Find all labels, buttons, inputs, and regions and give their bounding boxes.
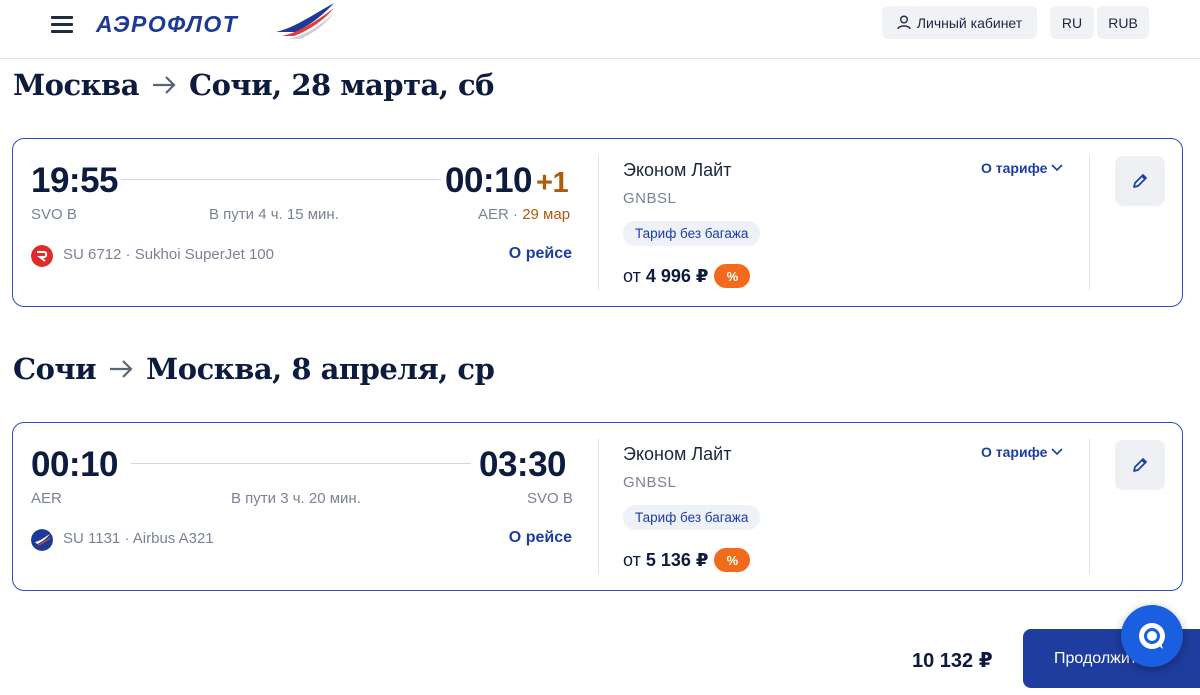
discount-badge[interactable]: % xyxy=(714,548,751,572)
menu-burger-icon[interactable] xyxy=(51,13,75,33)
price-prefix: от xyxy=(623,265,641,286)
arrow-right-icon xyxy=(151,74,177,96)
divider xyxy=(1089,155,1090,290)
divider xyxy=(598,439,599,574)
segment-1-title: Москва Сочи, 28 марта, сб xyxy=(13,68,495,102)
chevron-down-icon xyxy=(1051,164,1064,172)
edit-button[interactable] xyxy=(1115,156,1165,206)
arrive-airport-wrap: AER · 29 мар xyxy=(478,206,570,223)
arrow-right-icon xyxy=(108,358,134,380)
about-tariff-label: О тарифе xyxy=(981,160,1048,176)
depart-airport: AER xyxy=(31,490,62,507)
personal-account-button[interactable]: Личный кабинет xyxy=(882,6,1037,39)
personal-account-label: Личный кабинет xyxy=(916,14,1023,31)
rossiya-airline-icon xyxy=(31,245,53,267)
about-tariff-link[interactable]: О тарифе xyxy=(981,160,1064,176)
flight-card-2: 00:10 03:30 AER В пути 3 ч. 20 мин. SVO … xyxy=(12,422,1183,591)
tariff-name: Эконом Лайт xyxy=(623,444,732,464)
language-button[interactable]: RU xyxy=(1050,6,1094,39)
about-flight-link[interactable]: О рейсе xyxy=(509,245,572,263)
aeroflot-airline-icon xyxy=(31,529,53,551)
divider xyxy=(598,155,599,290)
flight-number-aircraft: SU 1131 · Airbus A321 xyxy=(63,530,214,547)
arrive-airport: SVO B xyxy=(527,490,573,507)
flight-duration: В пути 3 ч. 20 мин. xyxy=(231,490,361,507)
tariff-badge: Тариф без багажа xyxy=(623,221,761,246)
discount-badge[interactable]: % xyxy=(714,264,751,288)
aeroflot-logo[interactable]: АЭРОФЛОТ xyxy=(96,2,341,42)
chat-button[interactable] xyxy=(1121,605,1183,667)
arrive-time-wrap: 00:10 +1 xyxy=(445,161,569,201)
edit-button[interactable] xyxy=(1115,440,1165,490)
day-offset: +1 xyxy=(536,167,569,199)
date-separator: · xyxy=(508,206,523,223)
header: АЭРОФЛОТ Личный кабинет RU RUB xyxy=(0,0,1200,59)
arrive-time: 03:30 xyxy=(479,445,567,484)
segment-2-title: Сочи Москва, 8 апреля, ср xyxy=(13,352,495,386)
price-prefix: от xyxy=(623,549,641,570)
pencil-icon xyxy=(1133,458,1147,472)
logo-wing-icon xyxy=(276,3,334,39)
total-price: 10 132 ₽ xyxy=(912,650,993,672)
depart-time: 00:10 xyxy=(31,445,119,484)
currency-button[interactable]: RUB xyxy=(1097,6,1149,39)
price-value: 4 996 ₽ xyxy=(645,265,709,286)
arrive-time: 00:10 xyxy=(445,161,533,200)
user-icon xyxy=(897,15,911,30)
arrive-date: 29 мар xyxy=(522,206,571,223)
flight-card-1: 19:55 00:10 +1 SVO B В пути 4 ч. 15 мин. … xyxy=(12,138,1183,307)
tariff-badge: Тариф без багажа xyxy=(623,505,761,530)
segment-1-origin: Москва xyxy=(13,68,140,102)
route-line xyxy=(131,463,471,464)
chat-bubble-icon xyxy=(1139,623,1165,649)
tariff-price: от 4 996 ₽ % xyxy=(623,264,751,288)
segment-2-destination: Москва, 8 апреля, ср xyxy=(146,352,495,386)
chevron-down-icon xyxy=(1051,448,1064,456)
about-tariff-link[interactable]: О тарифе xyxy=(981,444,1064,460)
segment-1-destination: Сочи, 28 марта, сб xyxy=(189,68,495,102)
logo-text: АЭРОФЛОТ xyxy=(96,11,239,37)
flight-number-aircraft: SU 6712 · Sukhoi SuperJet 100 xyxy=(63,246,274,263)
route-line xyxy=(121,179,441,180)
flight-duration: В пути 4 ч. 15 мин. xyxy=(209,206,339,223)
about-tariff-label: О тарифе xyxy=(981,444,1048,460)
divider xyxy=(1089,439,1090,574)
depart-time: 19:55 xyxy=(31,161,119,200)
arrive-airport: AER xyxy=(478,206,509,223)
tariff-name: Эконом Лайт xyxy=(623,160,732,180)
segment-2-origin: Сочи xyxy=(13,352,97,386)
tariff-code: GNBSL xyxy=(623,474,677,491)
about-flight-link[interactable]: О рейсе xyxy=(509,529,572,547)
tariff-code: GNBSL xyxy=(623,190,677,207)
depart-airport: SVO B xyxy=(31,206,77,223)
tariff-price: от 5 136 ₽ % xyxy=(623,548,751,572)
price-value: 5 136 ₽ xyxy=(645,549,709,570)
pencil-icon xyxy=(1133,174,1147,188)
